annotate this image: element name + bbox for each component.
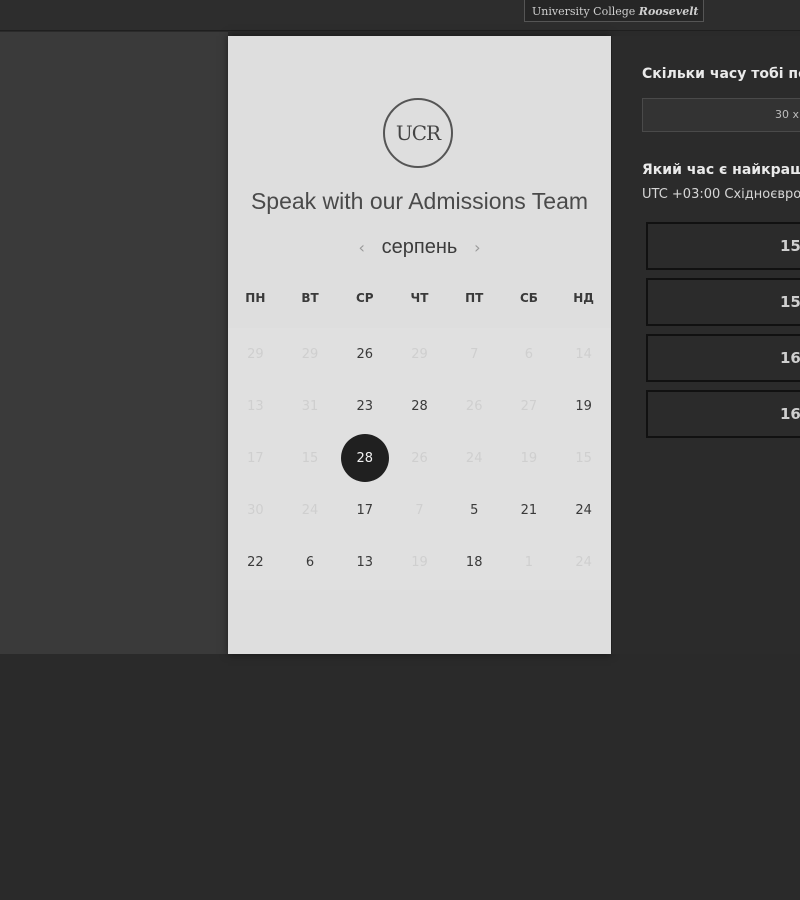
booking-card: UCR Speak with our Admissions Team ‹ сер… [228, 36, 611, 654]
duration-select[interactable]: 30 хв [642, 98, 800, 132]
university-logo[interactable]: University College Roosevelt [524, 0, 704, 22]
calendar-day[interactable]: 22 [228, 536, 283, 588]
calendar-day[interactable]: 21 [502, 484, 557, 536]
ucr-logo: UCR [383, 98, 453, 168]
calendar-day-disabled: 19 [520, 450, 538, 466]
weekday-label: ПТ [465, 291, 484, 305]
chevron-left-icon[interactable]: ‹ [352, 238, 372, 257]
time-slot-button[interactable]: 16: [646, 390, 800, 438]
calendar-day[interactable]: 24 [556, 484, 611, 536]
calendar-day-selected[interactable]: 28 [337, 432, 392, 484]
weekday-label: ВТ [301, 291, 319, 305]
weekday-label: ЧТ [410, 291, 429, 305]
calendar-grid: 29 29 26 29 7 6 14 13 31 23 28 26 27 19 … [228, 328, 611, 590]
time-slot-button[interactable]: 15: [646, 278, 800, 326]
calendar-day-disabled: 27 [520, 398, 538, 414]
calendar-day-disabled: 29 [247, 346, 264, 362]
calendar-day[interactable]: 28 [392, 380, 447, 432]
timezone-label[interactable]: UTC +03:00 Східноєвро [642, 187, 800, 202]
calendar-day-disabled: 24 [575, 554, 592, 570]
calendar-day-disabled: 7 [470, 346, 479, 362]
calendar-day-disabled: 15 [301, 450, 319, 466]
time-selection-panel: Скільки часу тобі пот 30 хв Який час є н… [612, 36, 800, 654]
calendar-day-disabled: 15 [575, 450, 592, 466]
weekday-label: СР [355, 291, 374, 305]
ucr-logo-text: UCR [395, 121, 441, 145]
calendar-day-disabled: 26 [411, 450, 428, 466]
time-slot-button[interactable]: 16: [646, 334, 800, 382]
weekday-label: НД [573, 291, 594, 305]
calendar-day[interactable]: 23 [337, 380, 392, 432]
calendar-day-disabled: 14 [575, 346, 592, 362]
calendar-day-disabled: 29 [411, 346, 428, 362]
calendar-day-disabled: 24 [301, 502, 319, 518]
month-label: серпень [381, 235, 458, 258]
weekday-header: ПН ВТ СР ЧТ ПТ СБ НД [228, 291, 611, 305]
chevron-right-icon[interactable]: › [467, 238, 487, 257]
duration-question: Скільки часу тобі пот [642, 66, 800, 82]
month-navigation: ‹ серпень › [228, 232, 611, 262]
page-title: Speak with our Admissions Team [250, 188, 589, 214]
calendar-day[interactable]: 13 [337, 536, 392, 588]
logo-text: University College [532, 5, 636, 18]
time-question: Який час є найкращи [642, 162, 800, 178]
calendar-day-disabled: 1 [524, 554, 534, 570]
calendar-day-disabled: 19 [411, 554, 428, 570]
calendar-day-disabled: 30 [247, 502, 264, 518]
calendar-day-disabled: 31 [301, 398, 319, 414]
time-slot-button[interactable]: 15: [646, 222, 800, 270]
weekday-label: ПН [245, 291, 266, 305]
top-bar: University College Roosevelt [0, 0, 800, 31]
calendar-day-disabled: 13 [247, 398, 264, 414]
calendar-day[interactable]: 6 [283, 536, 338, 588]
calendar-day-disabled: 6 [524, 346, 534, 362]
calendar-day-disabled: 24 [465, 450, 483, 466]
calendar-day[interactable]: 17 [337, 484, 392, 536]
calendar-day-disabled: 26 [465, 398, 483, 414]
left-panel [0, 32, 228, 654]
logo-accent: Roosevelt [638, 5, 699, 18]
selected-day-label: 28 [340, 434, 389, 482]
calendar-day-disabled: 17 [247, 450, 264, 466]
calendar-day-disabled: 29 [301, 346, 319, 362]
calendar-day-disabled: 7 [415, 502, 424, 518]
weekday-label: СБ [519, 291, 538, 305]
calendar-day[interactable]: 5 [447, 484, 502, 536]
calendar-day[interactable]: 19 [556, 380, 611, 432]
calendar-day[interactable]: 18 [447, 536, 502, 588]
calendar-day[interactable]: 26 [337, 328, 392, 380]
